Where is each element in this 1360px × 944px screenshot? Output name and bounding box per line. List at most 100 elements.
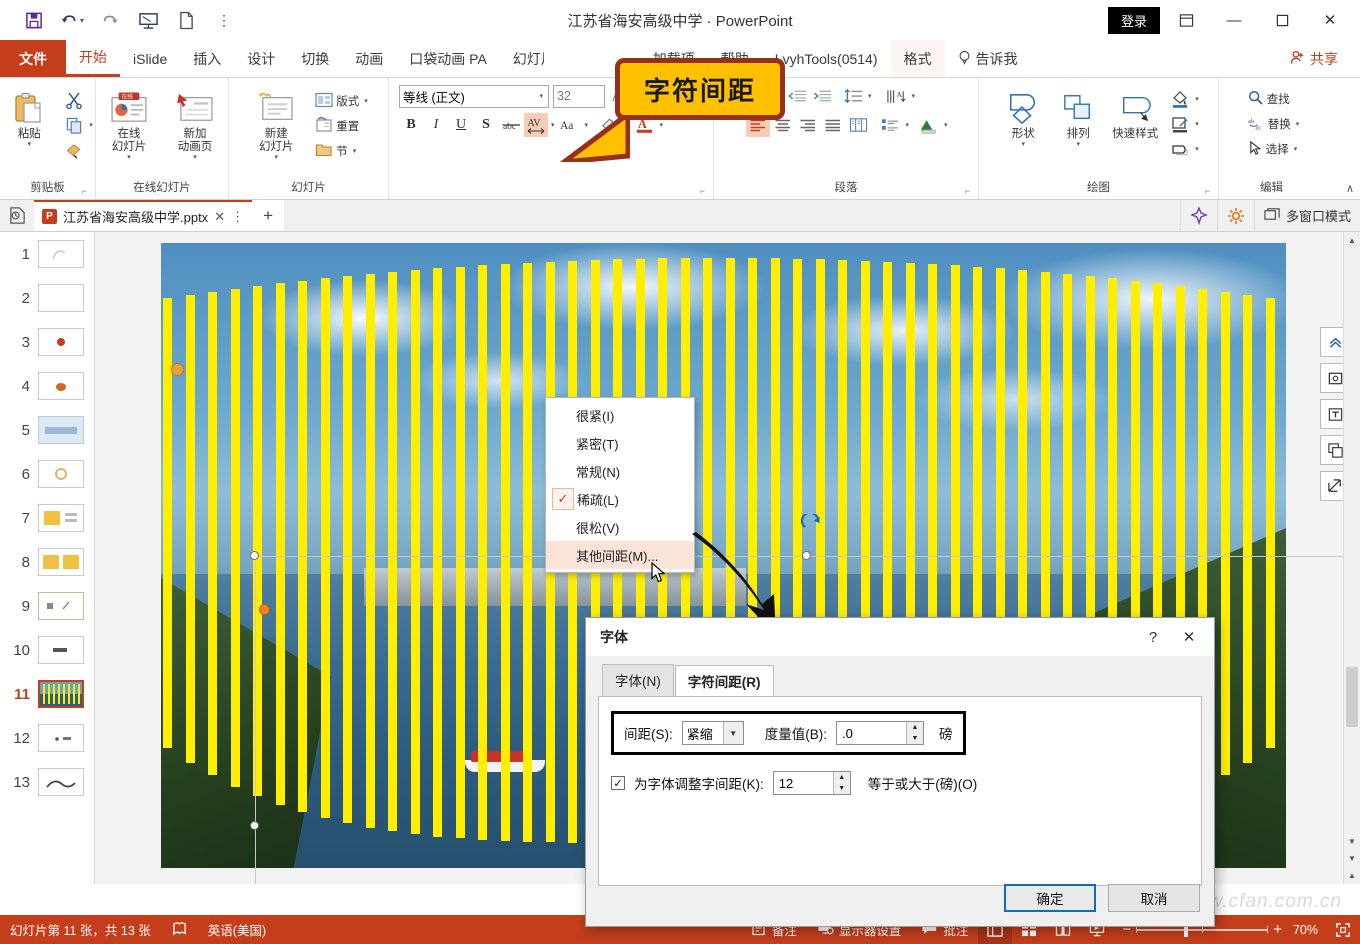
menu-item-more-spacing[interactable]: 其他间距(M)... bbox=[546, 541, 694, 569]
thumbnail-item[interactable]: 4 bbox=[0, 364, 94, 408]
dialog-ok-button[interactable]: 确定 bbox=[1004, 884, 1096, 912]
drawing-dialog-launcher[interactable]: ⌐ bbox=[1205, 186, 1210, 196]
chevron-down-icon[interactable]: ▼ bbox=[723, 722, 743, 744]
dialog-help-button[interactable]: ? bbox=[1136, 622, 1170, 652]
arrange-caret-icon[interactable]: ▾ bbox=[1074, 141, 1082, 149]
italic-button[interactable]: I bbox=[424, 113, 448, 137]
zoom-track[interactable] bbox=[1136, 929, 1268, 931]
shape-outline-caret-icon[interactable]: ▾ bbox=[1193, 120, 1201, 128]
replace-button[interactable]: abac 替换 ▾ bbox=[1245, 112, 1305, 136]
spacing-select[interactable]: 紧缩 ▼ bbox=[682, 721, 744, 745]
add-animation-page-caret-icon[interactable]: ▾ bbox=[191, 154, 199, 162]
close-tab-icon[interactable]: ✕ bbox=[214, 209, 225, 225]
thumbnail-item[interactable]: 2 bbox=[0, 276, 94, 320]
settings-gear-icon[interactable] bbox=[1217, 200, 1254, 231]
quick-styles-button[interactable]: 快速样式 bbox=[1106, 84, 1164, 141]
tab-menu-icon[interactable]: ⋮ bbox=[231, 209, 244, 225]
underline-button[interactable]: U bbox=[449, 113, 473, 137]
minimize-button[interactable]: — bbox=[1212, 0, 1256, 40]
find-button[interactable]: 查找 bbox=[1245, 87, 1305, 111]
thumbnail-item[interactable]: 13 bbox=[0, 760, 94, 804]
measure-spin-down-icon[interactable]: ▼ bbox=[907, 733, 923, 744]
shape-fill-icon[interactable] bbox=[1168, 87, 1192, 111]
tab-islide[interactable]: iSlide bbox=[120, 40, 180, 77]
replace-caret-icon[interactable]: ▾ bbox=[1294, 120, 1302, 128]
menu-item-very-loose[interactable]: 很松(V) bbox=[546, 513, 694, 541]
copy-caret-icon[interactable]: ▾ bbox=[87, 121, 95, 129]
smartart-caret-icon[interactable]: ▾ bbox=[903, 121, 911, 129]
clipboard-dialog-launcher[interactable]: ⌐ bbox=[82, 186, 87, 196]
new-slide-button[interactable]: 新建 幻灯片 ▾ bbox=[244, 84, 308, 162]
thumbnail-item[interactable]: 7 bbox=[0, 496, 94, 540]
layout-caret-icon[interactable]: ▾ bbox=[362, 97, 370, 105]
font-dialog[interactable]: 字体 ? ✕ 字体(N) 字符间距(R) 间距(S): 紧缩 ▼ 度量值(B):… bbox=[585, 617, 1215, 927]
share-button[interactable]: 共享 bbox=[1277, 40, 1360, 77]
section-caret-icon[interactable]: ▾ bbox=[351, 147, 359, 155]
multi-window-mode-button[interactable]: 多窗口模式 bbox=[1254, 200, 1360, 231]
language-button[interactable]: 英语(美国) bbox=[198, 915, 276, 944]
character-spacing-button[interactable]: AV bbox=[524, 113, 548, 137]
scrollbar-thumb[interactable] bbox=[1346, 667, 1358, 727]
tab-design[interactable]: 设计 bbox=[234, 40, 288, 77]
reset-button[interactable]: 重置 bbox=[312, 114, 373, 138]
shape-adjust-handle[interactable] bbox=[259, 604, 270, 615]
thumbnail-item[interactable]: 10 bbox=[0, 628, 94, 672]
menu-item-loose[interactable]: ✓ 稀疏(L) bbox=[546, 485, 694, 513]
select-caret-icon[interactable]: ▾ bbox=[1292, 145, 1300, 153]
tab-insert[interactable]: 插入 bbox=[180, 40, 234, 77]
tab-home[interactable]: 开始 bbox=[66, 40, 120, 77]
text-direction-icon[interactable]: A bbox=[885, 84, 909, 108]
strikethrough-button[interactable]: abc bbox=[499, 113, 523, 137]
kerning-checkbox[interactable]: ✓ bbox=[611, 776, 625, 790]
select-button[interactable]: 选择 ▾ bbox=[1245, 137, 1305, 161]
font-color-caret-icon[interactable]: ▾ bbox=[658, 121, 666, 129]
dialog-close-button[interactable]: ✕ bbox=[1172, 622, 1206, 652]
font-name-caret-icon[interactable]: ▾ bbox=[537, 92, 545, 100]
columns-icon[interactable] bbox=[846, 113, 870, 137]
convert-to-smartart-icon[interactable] bbox=[878, 113, 902, 137]
thumbnail-item[interactable]: 8 bbox=[0, 540, 94, 584]
paragraph-dialog-launcher[interactable]: ⌐ bbox=[965, 186, 970, 196]
character-spacing-menu[interactable]: 很紧(I) 紧密(T) 常规(N) ✓ 稀疏(L) 很松(V) 其他间距(M).… bbox=[545, 397, 695, 573]
cut-icon[interactable] bbox=[62, 88, 86, 112]
align-right-icon[interactable] bbox=[796, 113, 820, 137]
ribbon-display-options-icon[interactable] bbox=[1164, 0, 1208, 40]
resize-handle-middle-left[interactable] bbox=[250, 821, 259, 830]
measure-input[interactable]: .0 ▲ ▼ bbox=[836, 721, 924, 745]
copy-icon[interactable] bbox=[62, 113, 86, 137]
kerning-spin-up-icon[interactable]: ▲ bbox=[834, 772, 850, 783]
picture-adjust-dot[interactable] bbox=[171, 363, 184, 376]
shapes-button[interactable]: 形状 ▾ bbox=[996, 84, 1050, 149]
scroll-up-arrow-icon[interactable]: ▲ bbox=[1344, 232, 1360, 249]
document-tab[interactable]: P 江苏省海安高级中学.pptx ✕ ⋮ bbox=[34, 200, 252, 231]
scroll-down-arrow-icon[interactable]: ▼ bbox=[1344, 833, 1360, 850]
tab-file[interactable]: 文件 bbox=[0, 40, 66, 77]
paste-button[interactable]: 粘贴 ▾ bbox=[0, 84, 58, 149]
line-spacing-caret-icon[interactable]: ▾ bbox=[866, 92, 874, 100]
justify-icon[interactable] bbox=[821, 113, 845, 137]
add-animation-page-button[interactable]: 新加 动画页 ▾ bbox=[166, 84, 224, 162]
shape-fill-caret-icon[interactable]: ▾ bbox=[1193, 95, 1201, 103]
collapse-ribbon-icon[interactable]: ∧ bbox=[1346, 182, 1354, 195]
new-tab-button[interactable]: + bbox=[252, 200, 284, 231]
zoom-in-icon[interactable]: + bbox=[1273, 921, 1282, 938]
tab-pocket-animation[interactable]: 口袋动画 PA bbox=[396, 40, 500, 77]
arrange-button[interactable]: 排列 ▾ bbox=[1054, 84, 1102, 149]
menu-item-normal[interactable]: 常规(N) bbox=[546, 457, 694, 485]
tab-transitions[interactable]: 切换 bbox=[288, 40, 342, 77]
kerning-input[interactable]: 12 ▲ ▼ bbox=[773, 771, 851, 795]
canvas-vertical-scrollbar[interactable]: ▲ ▼ ▼ ▲ bbox=[1343, 232, 1360, 884]
file-history-icon[interactable] bbox=[0, 200, 34, 231]
line-spacing-icon[interactable] bbox=[841, 84, 865, 108]
text-direction-caret-icon[interactable]: ▾ bbox=[910, 92, 918, 100]
align-text-caret-icon[interactable]: ▾ bbox=[942, 121, 950, 129]
bold-button[interactable]: B bbox=[399, 113, 423, 137]
tab-format[interactable]: 格式 bbox=[891, 40, 945, 77]
online-slides-button[interactable]: 在线 在线 幻灯片 ▾ bbox=[100, 84, 158, 162]
thumbnail-item[interactable]: 9 bbox=[0, 584, 94, 628]
font-size-input[interactable]: 32 bbox=[553, 85, 605, 108]
online-slides-caret-icon[interactable]: ▾ bbox=[125, 154, 133, 162]
shapes-caret-icon[interactable]: ▾ bbox=[1019, 141, 1027, 149]
tab-slideshow[interactable]: 幻灯片放映 bbox=[500, 40, 544, 77]
dialog-tab-font[interactable]: 字体(N) bbox=[602, 664, 674, 696]
